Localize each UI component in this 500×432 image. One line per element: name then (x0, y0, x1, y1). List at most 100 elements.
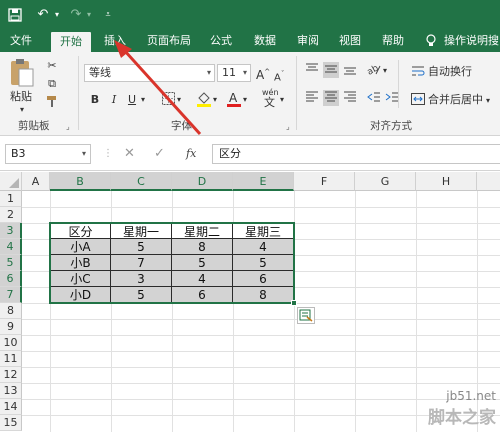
format-painter-icon[interactable] (44, 94, 60, 110)
table-cell[interactable]: 小B (50, 255, 111, 271)
wrap-text-label[interactable]: 自动换行 (428, 65, 472, 79)
fill-handle[interactable] (291, 300, 297, 306)
name-box[interactable]: B3 ▾ (5, 144, 91, 164)
font-size-select[interactable]: 11 ▾ (217, 64, 251, 82)
lightbulb-icon[interactable] (422, 30, 440, 52)
borders-dropdown-icon[interactable]: ▾ (177, 93, 181, 107)
formula-input[interactable]: 区分 (212, 144, 500, 164)
increase-indent-icon[interactable] (384, 90, 400, 106)
shrink-font-button[interactable]: Aˇ (274, 67, 284, 85)
table-cell[interactable]: 小D (50, 287, 111, 303)
save-icon[interactable] (6, 6, 24, 24)
insert-function-button[interactable]: fx (186, 147, 196, 160)
column-header-b[interactable]: B (50, 172, 111, 191)
customize-icon[interactable]: ⩡ (102, 6, 114, 24)
decrease-indent-icon[interactable] (366, 90, 382, 106)
select-all-corner[interactable] (0, 172, 22, 191)
font-color-dropdown-icon[interactable]: ▾ (243, 93, 247, 107)
align-top-icon[interactable] (304, 62, 320, 78)
worksheet-grid[interactable]: A B C D E F G H 1 2 3 4 5 6 7 8 9 10 11 … (0, 172, 500, 432)
row-header[interactable]: 6 (0, 271, 22, 287)
table-header-cell[interactable]: 区分 (50, 223, 111, 239)
tell-me-search[interactable]: 操作说明搜 (444, 30, 500, 52)
row-header[interactable]: 12 (0, 367, 22, 383)
redo-icon[interactable]: ↷ (68, 6, 84, 24)
merge-center-label[interactable]: 合并后居中 (428, 93, 483, 107)
row-header[interactable]: 13 (0, 383, 22, 399)
row-header[interactable]: 10 (0, 335, 22, 351)
align-center-icon[interactable] (323, 90, 339, 106)
enter-icon[interactable]: ✓ (154, 146, 165, 161)
tab-review[interactable]: 审阅 (291, 30, 325, 52)
column-header-c[interactable]: C (111, 172, 172, 191)
row-header[interactable]: 8 (0, 303, 22, 319)
table-cell[interactable]: 5 (111, 287, 172, 303)
table-cell[interactable]: 4 (172, 271, 233, 287)
table-header-cell[interactable]: 星期一 (111, 223, 172, 239)
tab-formulas[interactable]: 公式 (204, 30, 238, 52)
table-cell[interactable]: 5 (172, 255, 233, 271)
table-cell[interactable]: 6 (233, 271, 294, 287)
clipboard-launcher-icon[interactable]: ⌟ (66, 122, 70, 131)
tab-insert[interactable]: 插入 (97, 30, 133, 52)
font-color-icon[interactable]: A (226, 90, 242, 107)
column-header-d[interactable]: D (172, 172, 233, 191)
row-header[interactable]: 15 (0, 415, 22, 431)
merge-center-icon[interactable] (410, 92, 426, 108)
undo-icon[interactable]: ↶ (34, 6, 52, 24)
table-cell[interactable]: 6 (172, 287, 233, 303)
merge-dropdown-icon[interactable]: ▾ (486, 94, 490, 108)
table-cell[interactable]: 4 (233, 239, 294, 255)
row-header[interactable]: 11 (0, 351, 22, 367)
cancel-icon[interactable]: ✕ (124, 146, 135, 161)
orientation-dropdown-icon[interactable]: ▾ (383, 64, 387, 78)
table-cell[interactable]: 小A (50, 239, 111, 255)
bold-button[interactable]: B (87, 92, 103, 108)
table-cell[interactable]: 5 (233, 255, 294, 271)
redo-dropdown-icon[interactable]: ▾ (84, 6, 94, 24)
paste-button[interactable]: 粘贴 ▾ (8, 58, 38, 114)
fill-color-dropdown-icon[interactable]: ▾ (213, 93, 217, 107)
tab-home[interactable]: 开始 (51, 32, 91, 52)
table-cell[interactable]: 8 (233, 287, 294, 303)
table-cell[interactable]: 8 (172, 239, 233, 255)
table-cell[interactable]: 小C (50, 271, 111, 287)
row-header[interactable]: 3 (0, 223, 22, 239)
italic-button[interactable]: I (106, 92, 122, 108)
align-left-icon[interactable] (304, 90, 320, 106)
font-name-select[interactable]: 等线 ▾ (84, 64, 215, 82)
tab-file[interactable]: 文件 (4, 30, 38, 52)
phonetic-guide-button[interactable]: wén 文 (262, 86, 280, 110)
underline-button[interactable]: U (124, 92, 140, 108)
quick-analysis-button[interactable] (297, 307, 315, 324)
cut-icon[interactable]: ✂ (44, 58, 60, 74)
row-header[interactable]: 9 (0, 319, 22, 335)
table-cell[interactable]: 5 (111, 239, 172, 255)
fill-color-icon[interactable] (196, 90, 212, 107)
align-middle-icon[interactable] (323, 62, 339, 78)
column-header-g[interactable]: G (355, 172, 416, 191)
phonetic-dropdown-icon[interactable]: ▾ (280, 93, 284, 107)
wrap-text-icon[interactable] (410, 64, 426, 80)
tab-data[interactable]: 数据 (248, 30, 282, 52)
underline-dropdown-icon[interactable]: ▾ (141, 93, 145, 107)
copy-icon[interactable]: ⧉ (44, 76, 60, 92)
tab-help[interactable]: 帮助 (376, 30, 410, 52)
align-bottom-icon[interactable] (342, 62, 358, 78)
table-header-cell[interactable]: 星期二 (172, 223, 233, 239)
row-header[interactable]: 4 (0, 239, 22, 255)
column-header-a[interactable]: A (22, 172, 50, 191)
tab-view[interactable]: 视图 (333, 30, 367, 52)
column-header-h[interactable]: H (416, 172, 477, 191)
align-right-icon[interactable] (342, 90, 358, 106)
orientation-icon[interactable]: ab (366, 62, 382, 78)
table-cell[interactable]: 7 (111, 255, 172, 271)
column-header-e[interactable]: E (233, 172, 294, 191)
table-header-cell[interactable]: 星期三 (233, 223, 294, 239)
table-cell[interactable]: 3 (111, 271, 172, 287)
row-header[interactable]: 7 (0, 287, 22, 303)
row-header[interactable]: 1 (0, 191, 22, 207)
undo-dropdown-icon[interactable]: ▾ (52, 6, 62, 24)
grow-font-button[interactable]: A^ (256, 65, 270, 82)
column-header-f[interactable]: F (294, 172, 355, 191)
